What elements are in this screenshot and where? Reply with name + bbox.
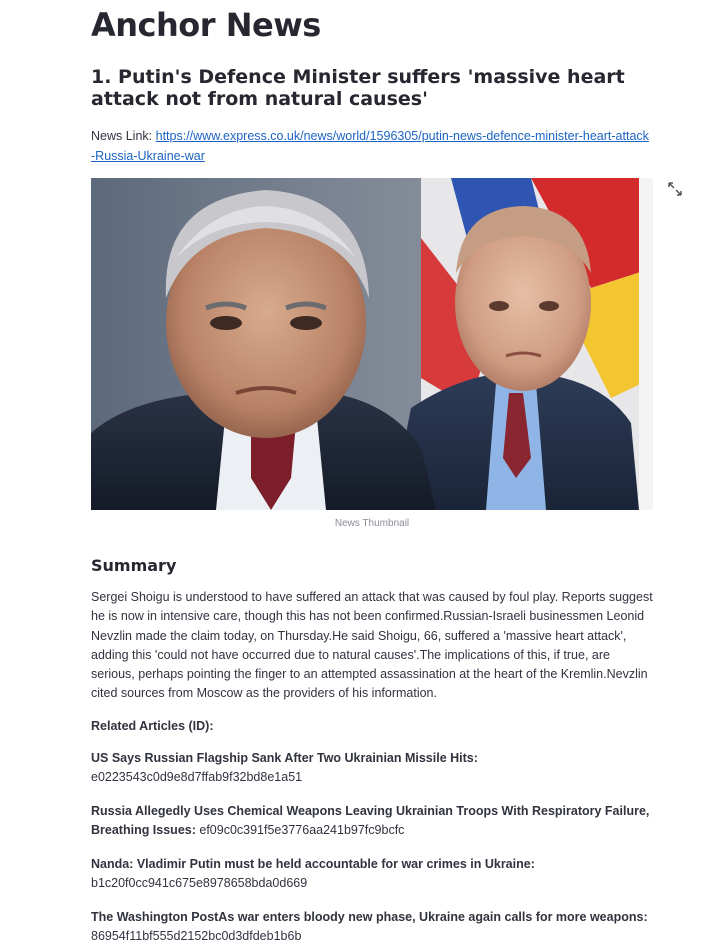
news-link-label: News Link: [91, 129, 153, 143]
thumbnail-illustration [91, 178, 653, 510]
news-thumbnail-image [91, 178, 653, 510]
expand-arrows-icon [668, 182, 682, 196]
app-title: Anchor News [91, 6, 321, 44]
related-article-item: Russia Allegedly Uses Chemical Weapons L… [91, 802, 653, 841]
related-article-item: US Says Russian Flagship Sank After Two … [91, 749, 653, 788]
summary-text: Sergei Shoigu is understood to have suff… [91, 590, 653, 701]
main-content: Anchor News 1. Putin's Defence Minister … [91, 0, 682, 947]
fullscreen-button[interactable] [668, 182, 682, 196]
related-article-item: The Washington PostAs war enters bloody … [91, 908, 653, 947]
news-link[interactable]: https://www.express.co.uk/news/world/159… [91, 129, 649, 163]
related-article-id: 86954f11bf555d2152bc0d3dfdeb1b6b [91, 929, 302, 944]
summary-heading: Summary [91, 556, 177, 575]
thumbnail-container [91, 178, 682, 510]
related-article-title: Nanda: Vladimir Putin must be held accou… [91, 856, 535, 871]
article-headline: 1. Putin's Defence Minister suffers 'mas… [91, 66, 625, 110]
news-link-row: News Link: https://www.express.co.uk/new… [91, 126, 653, 166]
thumbnail-caption: News Thumbnail [334, 518, 410, 529]
related-article-id: ef09c0c391f5e3776aa241b97fc9bcfc [199, 823, 405, 838]
related-article-id: b1c20f0cc941c675e8978658bda0d669 [91, 876, 308, 891]
related-article-title: US Says Russian Flagship Sank After Two … [91, 750, 478, 765]
related-article-item: Nanda: Vladimir Putin must be held accou… [91, 855, 653, 894]
related-articles-heading: Related Articles (ID): [91, 718, 214, 733]
related-article-id: e0223543c0d9e8d7ffab9f32bd8e1a51 [91, 770, 303, 785]
